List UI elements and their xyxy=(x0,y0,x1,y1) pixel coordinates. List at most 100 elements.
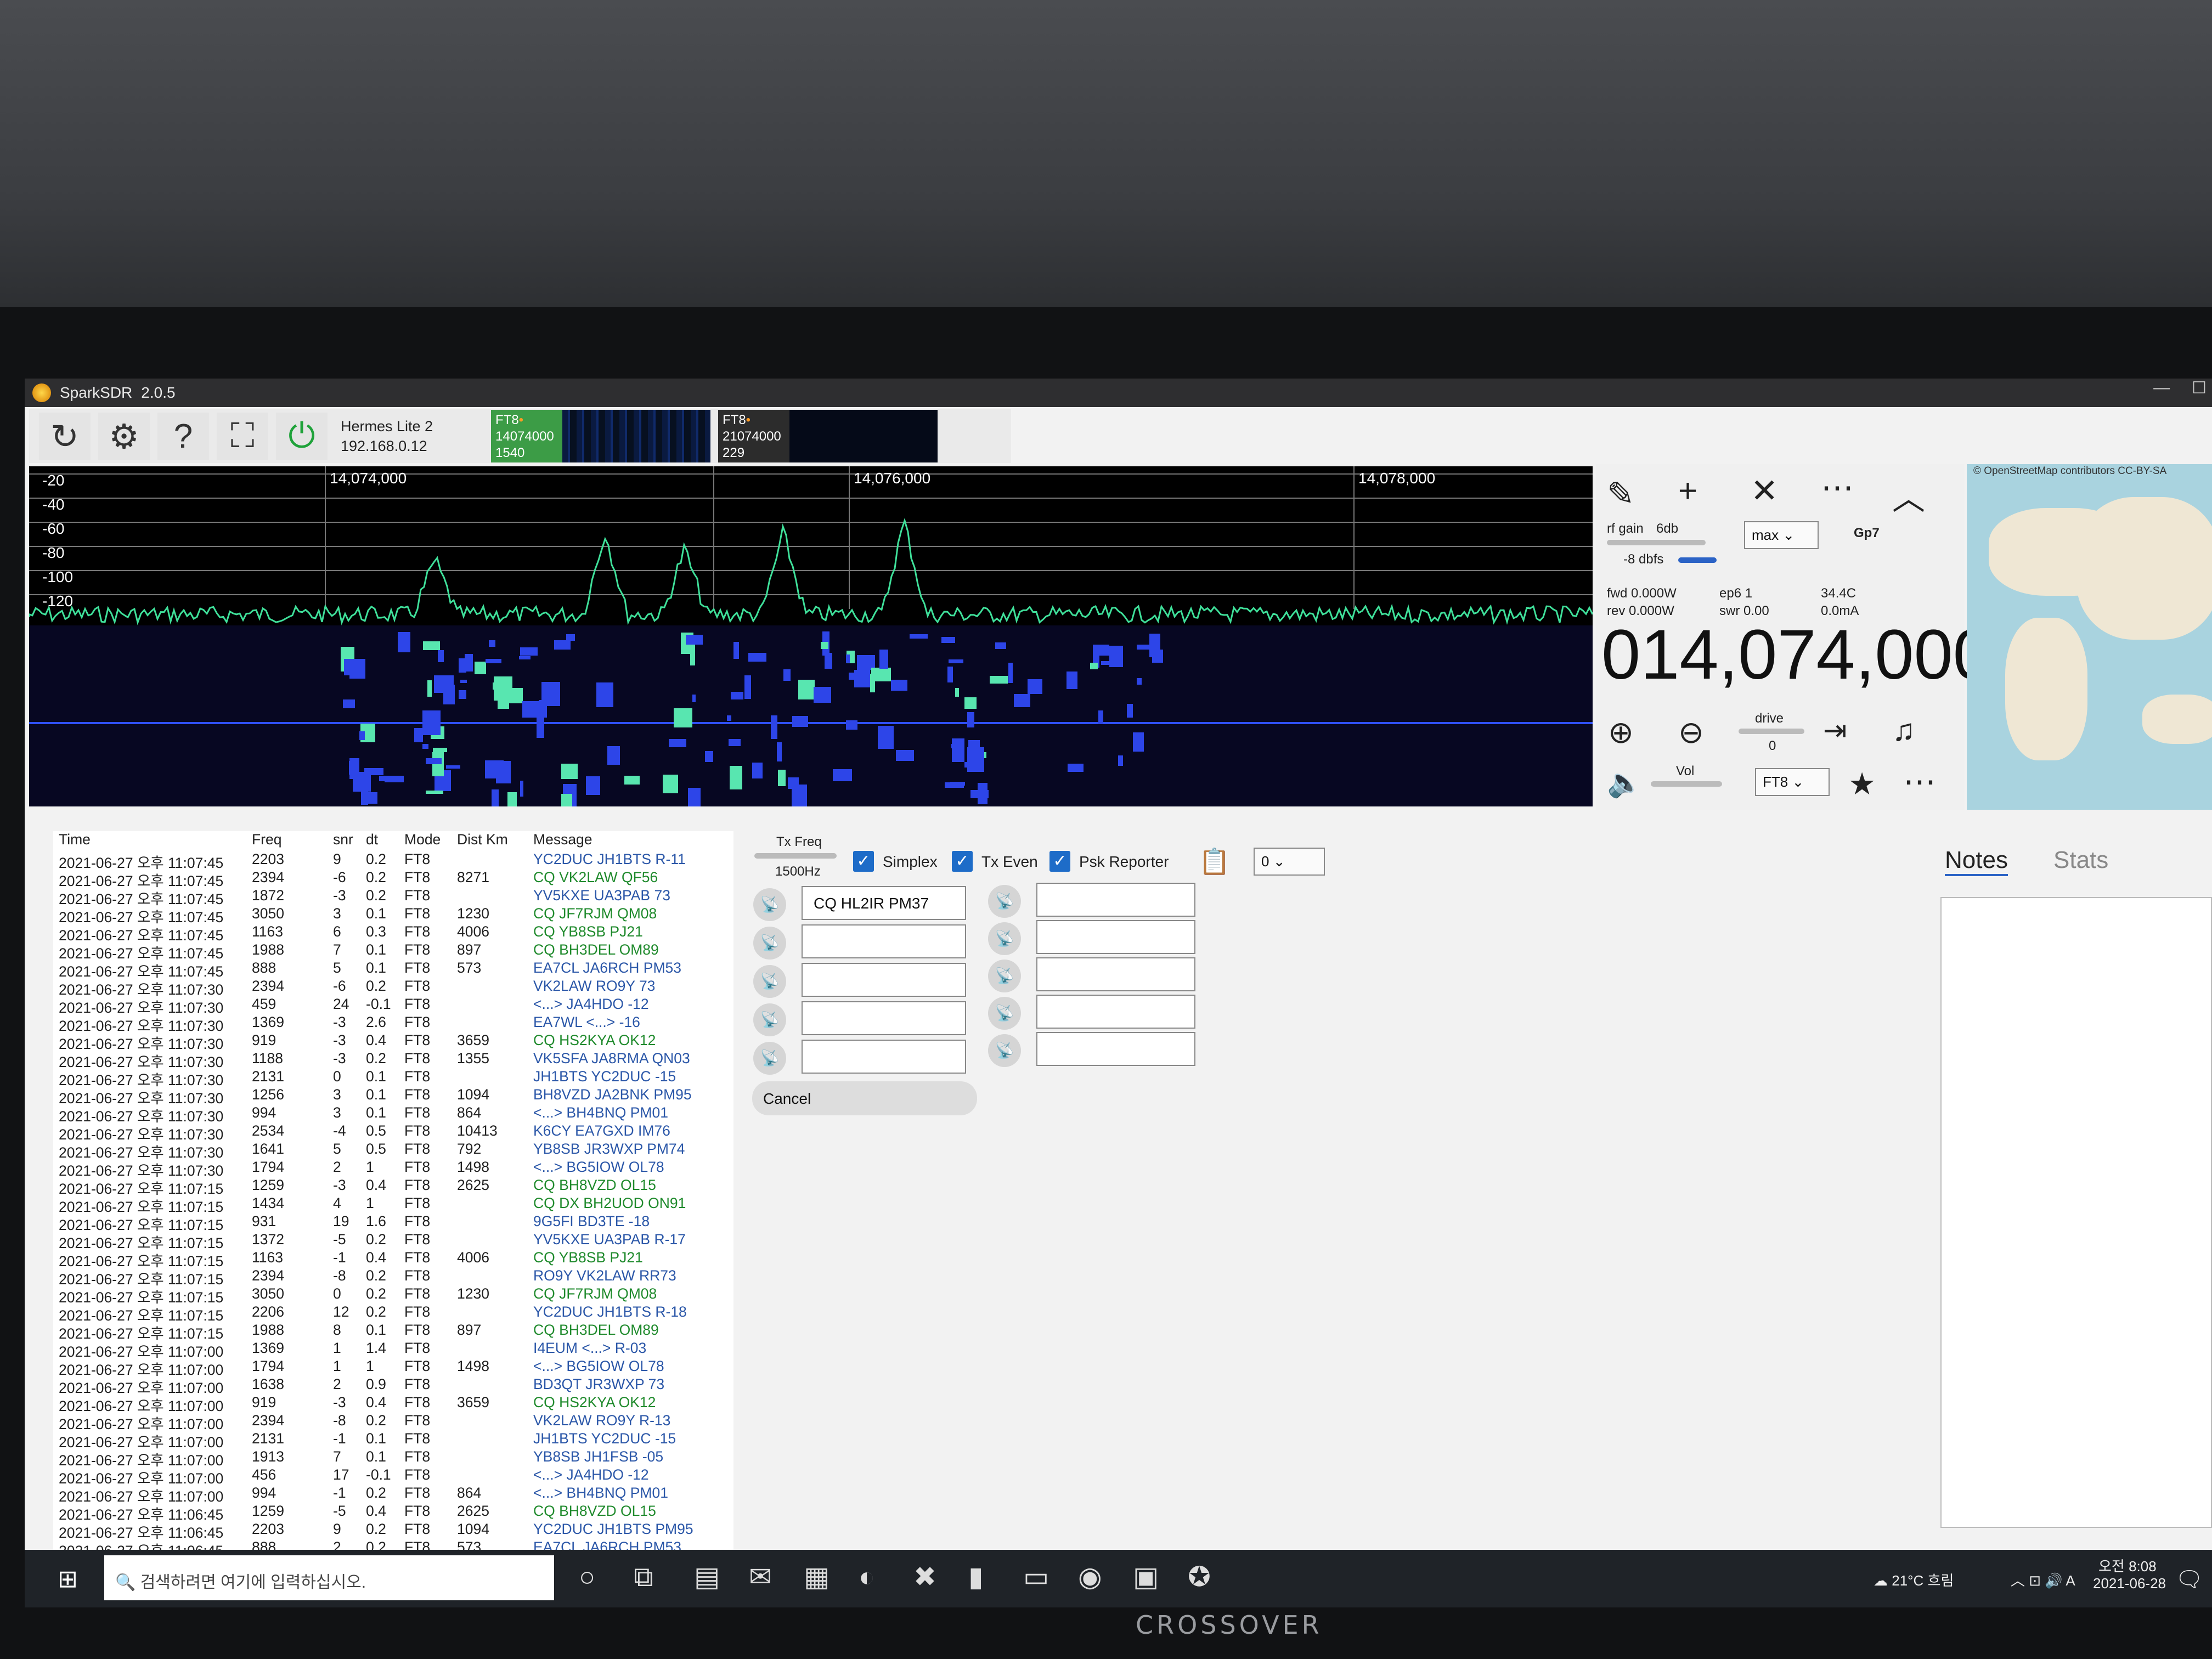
col-mode[interactable]: Mode xyxy=(404,831,441,848)
close-icon[interactable]: ✕ xyxy=(1751,472,1778,510)
tx-message-3[interactable] xyxy=(802,963,966,997)
taskbar-search[interactable]: 🔍 검색하려면 여기에 입력하십시오. xyxy=(104,1555,554,1600)
table-row[interactable]: 2021-06-27 오후 11:07:30 1188 -3 0.2 FT8 1355 VK… xyxy=(53,1050,733,1070)
mail-icon[interactable]: ✉ xyxy=(749,1561,772,1593)
speaker-mute-icon[interactable]: 🔈 xyxy=(1607,766,1643,799)
table-row[interactable]: 2021-06-27 오후 11:07:00 1794 1 1 FT8 1498 <...>… xyxy=(53,1358,733,1378)
pin-icon[interactable]: ✎ xyxy=(1607,475,1634,514)
table-row[interactable]: 2021-06-27 오후 11:07:30 1256 3 0.1 FT8 1094 BH8… xyxy=(53,1086,733,1107)
fullscreen-button[interactable]: ⛶ xyxy=(217,413,268,460)
table-row[interactable]: 2021-06-27 오후 11:07:45 1872 -3 0.2 FT8 YV5KXE… xyxy=(53,887,733,907)
slot-select[interactable]: 0 ⌄ xyxy=(1254,848,1325,876)
table-row[interactable]: 2021-06-27 오후 11:07:15 1988 8 0.1 FT8 897 CQ B… xyxy=(53,1322,733,1342)
tx-message-5[interactable] xyxy=(802,1040,966,1074)
col-freq[interactable]: Freq xyxy=(252,831,282,848)
more-options-icon[interactable]: ⋯ xyxy=(1903,763,1936,801)
spectrum-panadapter[interactable]: -20 -40 -60 -80 -100 -120 14,074,000 14,… xyxy=(29,466,1593,806)
table-row[interactable]: 2021-06-27 오후 11:07:30 459 24 -0.1 FT8 <...> … xyxy=(53,996,733,1016)
table-row[interactable]: 2021-06-27 오후 11:07:45 1988 7 0.1 FT8 897 CQ B… xyxy=(53,941,733,962)
table-row[interactable]: 2021-06-27 오후 11:07:30 2131 0 0.1 FT8 JH1BTS … xyxy=(53,1068,733,1088)
rf-gain-slider[interactable] xyxy=(1607,540,1706,545)
table-row[interactable]: 2021-06-27 오후 11:07:30 919 -3 0.4 FT8 3659 CQ … xyxy=(53,1032,733,1052)
table-row[interactable]: 2021-06-27 오후 11:07:30 1641 5 0.5 FT8 792 YB8S… xyxy=(53,1141,733,1161)
world-map[interactable]: © OpenStreetMap contributors CC-BY-SA xyxy=(1967,464,2212,810)
tx-antenna-icon[interactable]: 📡 xyxy=(753,1003,786,1036)
table-row[interactable]: 2021-06-27 오후 11:07:45 3050 3 0.1 FT8 1230 CQ … xyxy=(53,905,733,926)
tx-antenna-icon[interactable]: 📡 xyxy=(753,965,786,998)
table-row[interactable]: 2021-06-27 오후 11:07:15 2206 12 0.2 FT8 YC2DUC… xyxy=(53,1304,733,1324)
col-message[interactable]: Message xyxy=(533,831,592,848)
table-row[interactable]: 2021-06-27 오후 11:07:00 919 -3 0.4 FT8 3659 CQ … xyxy=(53,1394,733,1414)
edge-icon[interactable]: ◐ xyxy=(859,1561,875,1593)
table-row[interactable]: 2021-06-27 오후 11:07:00 1369 1 1.4 FT8 I4EUM <… xyxy=(53,1340,733,1360)
refresh-button[interactable]: ↻ xyxy=(39,413,91,460)
music-note-icon[interactable]: ♫ xyxy=(1892,712,1915,748)
vfo-frequency[interactable]: 014,074,000 xyxy=(1601,614,1992,695)
collapse-icon[interactable]: ︿ xyxy=(1892,472,1925,520)
tx-message-right-5[interactable] xyxy=(1036,1032,1195,1066)
app-x-icon[interactable]: ✖ xyxy=(913,1561,936,1593)
tx-freq-slider[interactable] xyxy=(754,853,837,859)
notepad-icon[interactable]: ▤ xyxy=(694,1561,720,1593)
decode-log-table[interactable]: Time Freq snr dt Mode Dist Km Message 2 0… xyxy=(53,831,733,1577)
tx-message-right-4[interactable] xyxy=(1036,995,1195,1029)
tx-antenna-icon[interactable]: 📡 xyxy=(988,885,1021,918)
tx-antenna-icon[interactable]: 📡 xyxy=(988,1034,1021,1067)
table-row[interactable]: 2021-06-27 오후 11:07:45 2203 9 0.2 FT8 YC2DUC … xyxy=(53,851,733,871)
table-row[interactable]: 2021-06-27 오후 11:06:45 1259 -5 0.4 FT8 2625 CQ… xyxy=(53,1503,733,1523)
tx-antenna-icon[interactable]: 📡 xyxy=(988,922,1021,955)
maximize-icon[interactable]: ☐ xyxy=(2192,379,2207,398)
table-row[interactable]: 2021-06-27 오후 11:07:00 456 17 -0.1 FT8 <...> … xyxy=(53,1466,733,1487)
col-time[interactable]: Time xyxy=(59,831,91,848)
tray-icons[interactable]: ︿ ⊡ 🔊 A xyxy=(2011,1570,2075,1590)
more-icon[interactable]: ⋯ xyxy=(1821,469,1854,507)
table-row[interactable]: 2021-06-27 오후 11:07:00 2394 -8 0.2 FT8 VK2LAW… xyxy=(53,1412,733,1432)
tx-message-right-1[interactable] xyxy=(1036,883,1195,917)
tx-antenna-icon[interactable]: 📡 xyxy=(753,927,786,960)
tx-message-1[interactable]: CQ HL2IR PM37 xyxy=(802,886,966,920)
office-icon[interactable]: ▮ xyxy=(968,1561,984,1593)
table-row[interactable]: 2021-06-27 오후 11:07:00 994 -1 0.2 FT8 864 <...… xyxy=(53,1485,733,1505)
table-row[interactable]: 2021-06-27 오후 11:07:30 1794 2 1 FT8 1498 <...>… xyxy=(53,1159,733,1179)
table-row[interactable]: 2021-06-27 오후 11:07:15 1163 -1 0.4 FT8 4006 CQ… xyxy=(53,1249,733,1269)
table-row[interactable]: 2021-06-27 오후 11:07:30 2534 -4 0.5 FT8 10413 K… xyxy=(53,1122,733,1143)
minimize-icon[interactable]: — xyxy=(2153,379,2170,398)
table-row[interactable]: 2021-06-27 오후 11:07:15 3050 0 0.2 FT8 1230 CQ … xyxy=(53,1285,733,1306)
tx-antenna-icon[interactable]: 📡 xyxy=(753,1042,786,1075)
table-row[interactable]: 2021-06-27 오후 11:07:30 994 3 0.1 FT8 864 <...>… xyxy=(53,1104,733,1125)
drive-slider[interactable] xyxy=(1739,729,1804,734)
add-icon[interactable]: + xyxy=(1678,472,1697,510)
table-row[interactable]: 2021-06-27 오후 11:07:45 2394 -6 0.2 FT8 8271 CQ… xyxy=(53,869,733,889)
folder-icon[interactable]: ▭ xyxy=(1023,1561,1049,1593)
receiver-1[interactable]: FT8• 14074000 1540 xyxy=(491,410,710,462)
settings-button[interactable]: ⚙ xyxy=(98,413,150,460)
table-row[interactable]: 2021-06-27 오후 11:07:15 1259 -3 0.4 FT8 2625 CQ… xyxy=(53,1177,733,1197)
clear-clipboard-icon[interactable]: 📋 xyxy=(1199,847,1230,877)
col-dt[interactable]: dt xyxy=(366,831,378,848)
volume-slider[interactable] xyxy=(1651,781,1722,787)
power-button[interactable]: ⏻ xyxy=(276,413,328,460)
chat-icon[interactable]: ▣ xyxy=(1133,1561,1159,1593)
receiver-2[interactable]: FT8• 21074000 229 xyxy=(718,410,938,462)
table-row[interactable]: 2021-06-27 오후 11:07:15 931 19 1.6 FT8 9G5FI B… xyxy=(53,1213,733,1233)
tx-antenna-icon[interactable]: 📡 xyxy=(753,888,786,921)
table-row[interactable]: 2021-06-27 오후 11:07:00 2131 -1 0.1 FT8 JH1BTS… xyxy=(53,1430,733,1451)
col-dist[interactable]: Dist Km xyxy=(457,831,508,848)
tx-antenna-icon[interactable]: 📡 xyxy=(988,997,1021,1030)
cortana-icon[interactable]: ○ xyxy=(579,1561,595,1593)
notes-textarea[interactable] xyxy=(1940,897,2212,1528)
mode-select[interactable]: FT8 ⌄ xyxy=(1755,768,1830,796)
tx-message-right-3[interactable] xyxy=(1036,957,1195,991)
col-snr[interactable]: snr xyxy=(333,831,353,848)
rf-max-select[interactable]: max ⌄ xyxy=(1744,521,1819,549)
table-row[interactable]: 2021-06-27 오후 11:07:00 1638 2 0.9 FT8 BD3QT J… xyxy=(53,1376,733,1396)
zoom-in-icon[interactable]: ⊕ xyxy=(1608,714,1634,751)
tx-message-right-2[interactable] xyxy=(1036,920,1195,954)
tx-even-checkbox[interactable]: ✓ xyxy=(952,851,973,872)
table-row[interactable]: 2021-06-27 오후 11:07:45 888 5 0.1 FT8 573 EA7CL… xyxy=(53,960,733,980)
table-row[interactable]: 2021-06-27 오후 11:07:15 1372 -5 0.2 FT8 YV5KXE… xyxy=(53,1231,733,1251)
tx-antenna-icon[interactable]: 📡 xyxy=(988,960,1021,992)
tab-stats[interactable]: Stats xyxy=(2053,847,2108,874)
zoom-out-icon[interactable]: ⊖ xyxy=(1678,714,1704,751)
star-icon[interactable]: ★ xyxy=(1848,766,1876,802)
